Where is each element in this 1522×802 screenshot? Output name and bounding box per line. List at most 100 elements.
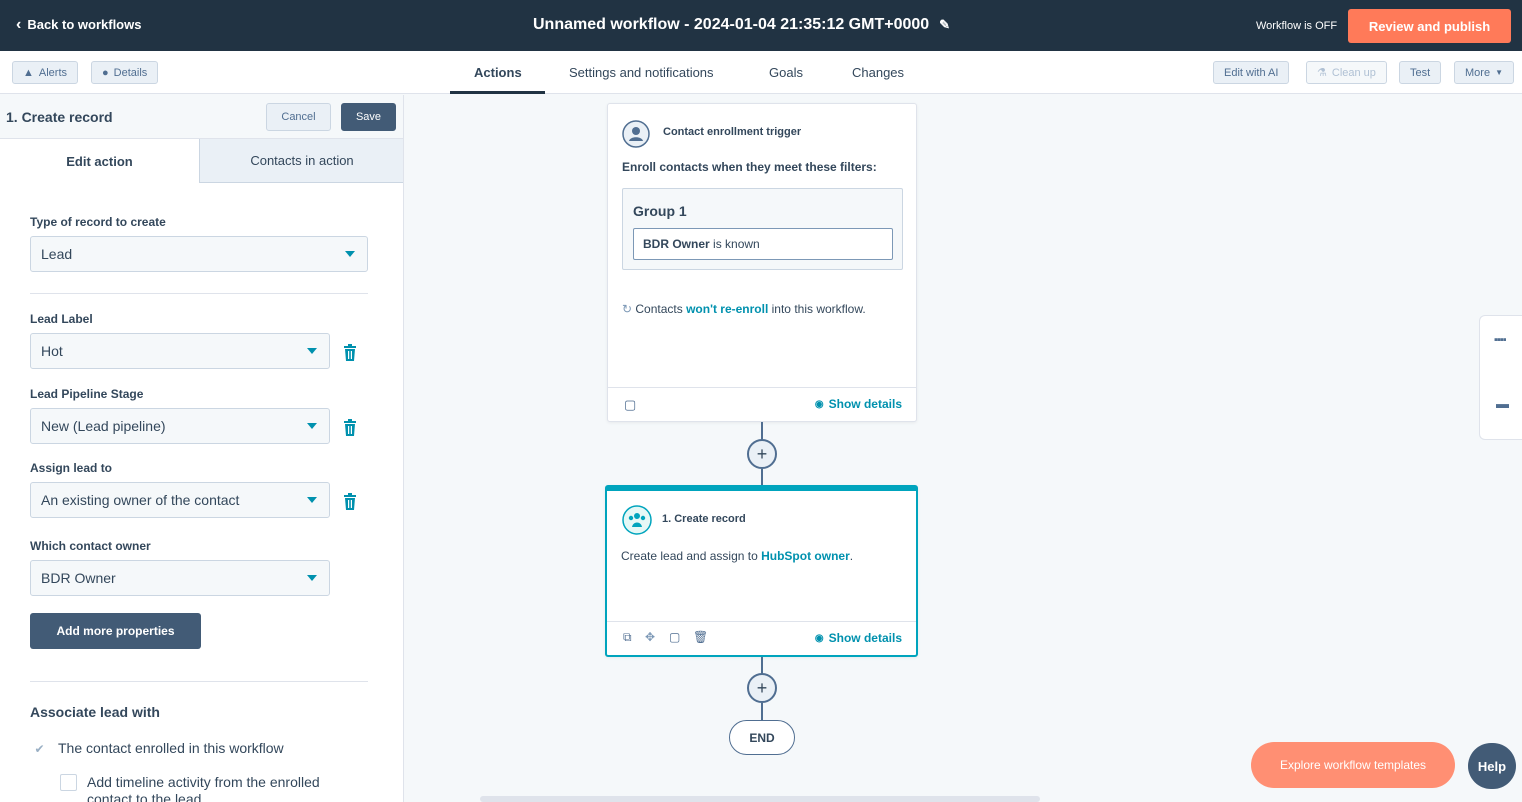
explore-templates-button[interactable]: Explore workflow templates — [1251, 742, 1455, 788]
tab-actions[interactable]: Actions — [474, 65, 522, 80]
top-bar: ‹ Back to workflows Unnamed workflow - 2… — [0, 0, 1522, 51]
trash-icon[interactable] — [343, 493, 357, 511]
action-text-post: . — [849, 549, 854, 563]
reenroll-note: ↻ Contacts won't re-enroll into this wor… — [622, 302, 866, 316]
connector-line — [761, 469, 763, 486]
tab-changes[interactable]: Changes — [852, 65, 904, 80]
panel-header: 1. Create record Cancel Save — [0, 95, 403, 139]
checkbox-unchecked[interactable] — [60, 774, 77, 791]
connector-line — [761, 422, 763, 440]
clean-up-icon: ⚗ — [1317, 67, 1327, 79]
active-tab-indicator — [450, 91, 545, 94]
refresh-icon: ↻ — [622, 302, 636, 316]
tab-settings-and-notifications[interactable]: Settings and notifications — [569, 65, 714, 80]
grid-icon[interactable]: ▪▪▪▪ — [1494, 334, 1507, 346]
eye-icon: ◉ — [814, 632, 824, 644]
add-action-button[interactable]: + — [747, 439, 777, 469]
add-more-properties-button[interactable]: Add more properties — [30, 613, 201, 649]
add-action-button[interactable]: + — [747, 673, 777, 703]
move-icon[interactable]: ✥ — [645, 630, 655, 644]
assoc-contact-option[interactable]: ✔ The contact enrolled in this workflow — [31, 740, 371, 757]
create-record-action-card[interactable]: 1. Create record Create lead and assign … — [605, 485, 918, 657]
divider — [30, 681, 368, 682]
warning-icon: ▲ — [23, 66, 34, 79]
connector-line — [761, 703, 763, 721]
filter-condition[interactable]: BDR Owner is known — [633, 228, 893, 260]
test-button[interactable]: Test — [1399, 61, 1442, 84]
caret-down-icon — [307, 348, 317, 354]
caret-down-icon — [307, 497, 317, 503]
workflow-status: Workflow is OFF — [1256, 20, 1338, 32]
action-card-footer: ⧉ ✥ ▢ 🗑 ◉ Show details — [607, 621, 916, 655]
action-text-pre: Create lead and assign to — [621, 549, 762, 563]
pencil-icon[interactable]: ✎ — [939, 17, 950, 33]
contact-icon — [622, 120, 650, 148]
trash-icon[interactable] — [343, 419, 357, 437]
record-type-label: Type of record to create — [30, 215, 166, 229]
clipboard-icon[interactable]: ▢ — [624, 397, 636, 413]
eye-icon: ◉ — [814, 398, 824, 410]
assoc-timeline-option[interactable]: Add timeline activity from the enrolled … — [60, 774, 360, 802]
reenroll-link[interactable]: won't re-enroll — [686, 302, 768, 316]
trash-icon[interactable] — [343, 344, 357, 362]
save-button[interactable]: Save — [341, 103, 396, 131]
cancel-button[interactable]: Cancel — [266, 103, 331, 131]
copy-icon[interactable]: ⧉ — [623, 630, 632, 645]
reenroll-post: into this workflow. — [768, 302, 866, 316]
trigger-subtitle: Enroll contacts when they meet these fil… — [622, 160, 877, 174]
show-details-link[interactable]: ◉ Show details — [815, 397, 902, 411]
checkbox-checked[interactable]: ✔ — [31, 740, 48, 757]
more-label: More — [1465, 66, 1491, 79]
connector-line — [761, 657, 763, 674]
edit-action-panel: 1. Create record Cancel Save Edit action… — [0, 95, 404, 802]
clean-up-button[interactable]: ⚗ Clean up — [1306, 61, 1387, 84]
contact-owner-label: Which contact owner — [30, 539, 151, 553]
caret-down-icon — [345, 251, 355, 257]
hubspot-owner-link[interactable]: HubSpot owner — [761, 549, 850, 563]
show-details-label: Show details — [828, 631, 902, 645]
filter-group: Group 1 BDR Owner is known — [622, 188, 903, 270]
pipeline-stage-label: Lead Pipeline Stage — [30, 387, 144, 401]
canvas-scroll-shadow — [480, 796, 1040, 802]
enrollment-trigger-card[interactable]: Contact enrollment trigger Enroll contac… — [607, 103, 917, 422]
pipeline-stage-value: New (Lead pipeline) — [41, 418, 166, 434]
end-node: END — [729, 720, 795, 755]
trash-icon[interactable]: 🗑 — [693, 630, 708, 644]
pipeline-stage-select[interactable]: New (Lead pipeline) — [30, 408, 330, 444]
reenroll-pre: Contacts — [635, 302, 687, 316]
back-label: Back to workflows — [27, 17, 142, 32]
workflow-title[interactable]: Unnamed workflow - 2024-01-04 21:35:12 G… — [533, 16, 950, 34]
details-button[interactable]: ● Details — [91, 61, 159, 84]
lead-label-label: Lead Label — [30, 312, 93, 326]
show-details-link[interactable]: ◉ Show details — [815, 631, 902, 645]
lead-label-value: Hot — [41, 343, 63, 359]
tab-goals[interactable]: Goals — [769, 65, 803, 80]
filter-property: BDR Owner — [643, 237, 710, 251]
details-label: Details — [113, 66, 148, 79]
trigger-card-footer: ▢ ◉ Show details — [608, 387, 916, 421]
people-icon — [622, 505, 652, 535]
clipboard-icon[interactable]: ▢ — [669, 630, 680, 644]
contact-owner-select[interactable]: BDR Owner — [30, 560, 330, 596]
record-type-select[interactable]: Lead — [30, 236, 368, 272]
assign-lead-value: An existing owner of the contact — [41, 492, 240, 508]
assoc-timeline-label: Add timeline activity from the enrolled … — [87, 774, 320, 802]
lead-label-select[interactable]: Hot — [30, 333, 330, 369]
back-to-workflows-link[interactable]: ‹ Back to workflows — [16, 16, 142, 32]
assign-lead-label: Assign lead to — [30, 461, 113, 475]
clean-up-label: Clean up — [1331, 66, 1376, 79]
chat-icon[interactable]: ▬ — [1496, 396, 1509, 411]
more-button[interactable]: More ▼ — [1454, 61, 1514, 84]
tab-edit-action[interactable]: Edit action — [0, 139, 199, 183]
record-type-value: Lead — [41, 246, 73, 262]
workflow-title-text: Unnamed workflow - 2024-01-04 21:35:12 G… — [533, 16, 930, 33]
review-and-publish-button[interactable]: Review and publish — [1348, 9, 1511, 43]
side-dock: ▪▪▪▪ ▬ — [1479, 315, 1522, 440]
caret-down-icon — [307, 423, 317, 429]
tab-contacts-in-action[interactable]: Contacts in action — [199, 139, 403, 183]
help-button[interactable]: Help — [1468, 743, 1516, 789]
edit-with-ai-button[interactable]: Edit with AI — [1213, 61, 1290, 84]
assign-lead-select[interactable]: An existing owner of the contact — [30, 482, 330, 518]
alerts-button[interactable]: ▲ Alerts — [12, 61, 79, 84]
filter-operator: is known — [709, 237, 760, 251]
